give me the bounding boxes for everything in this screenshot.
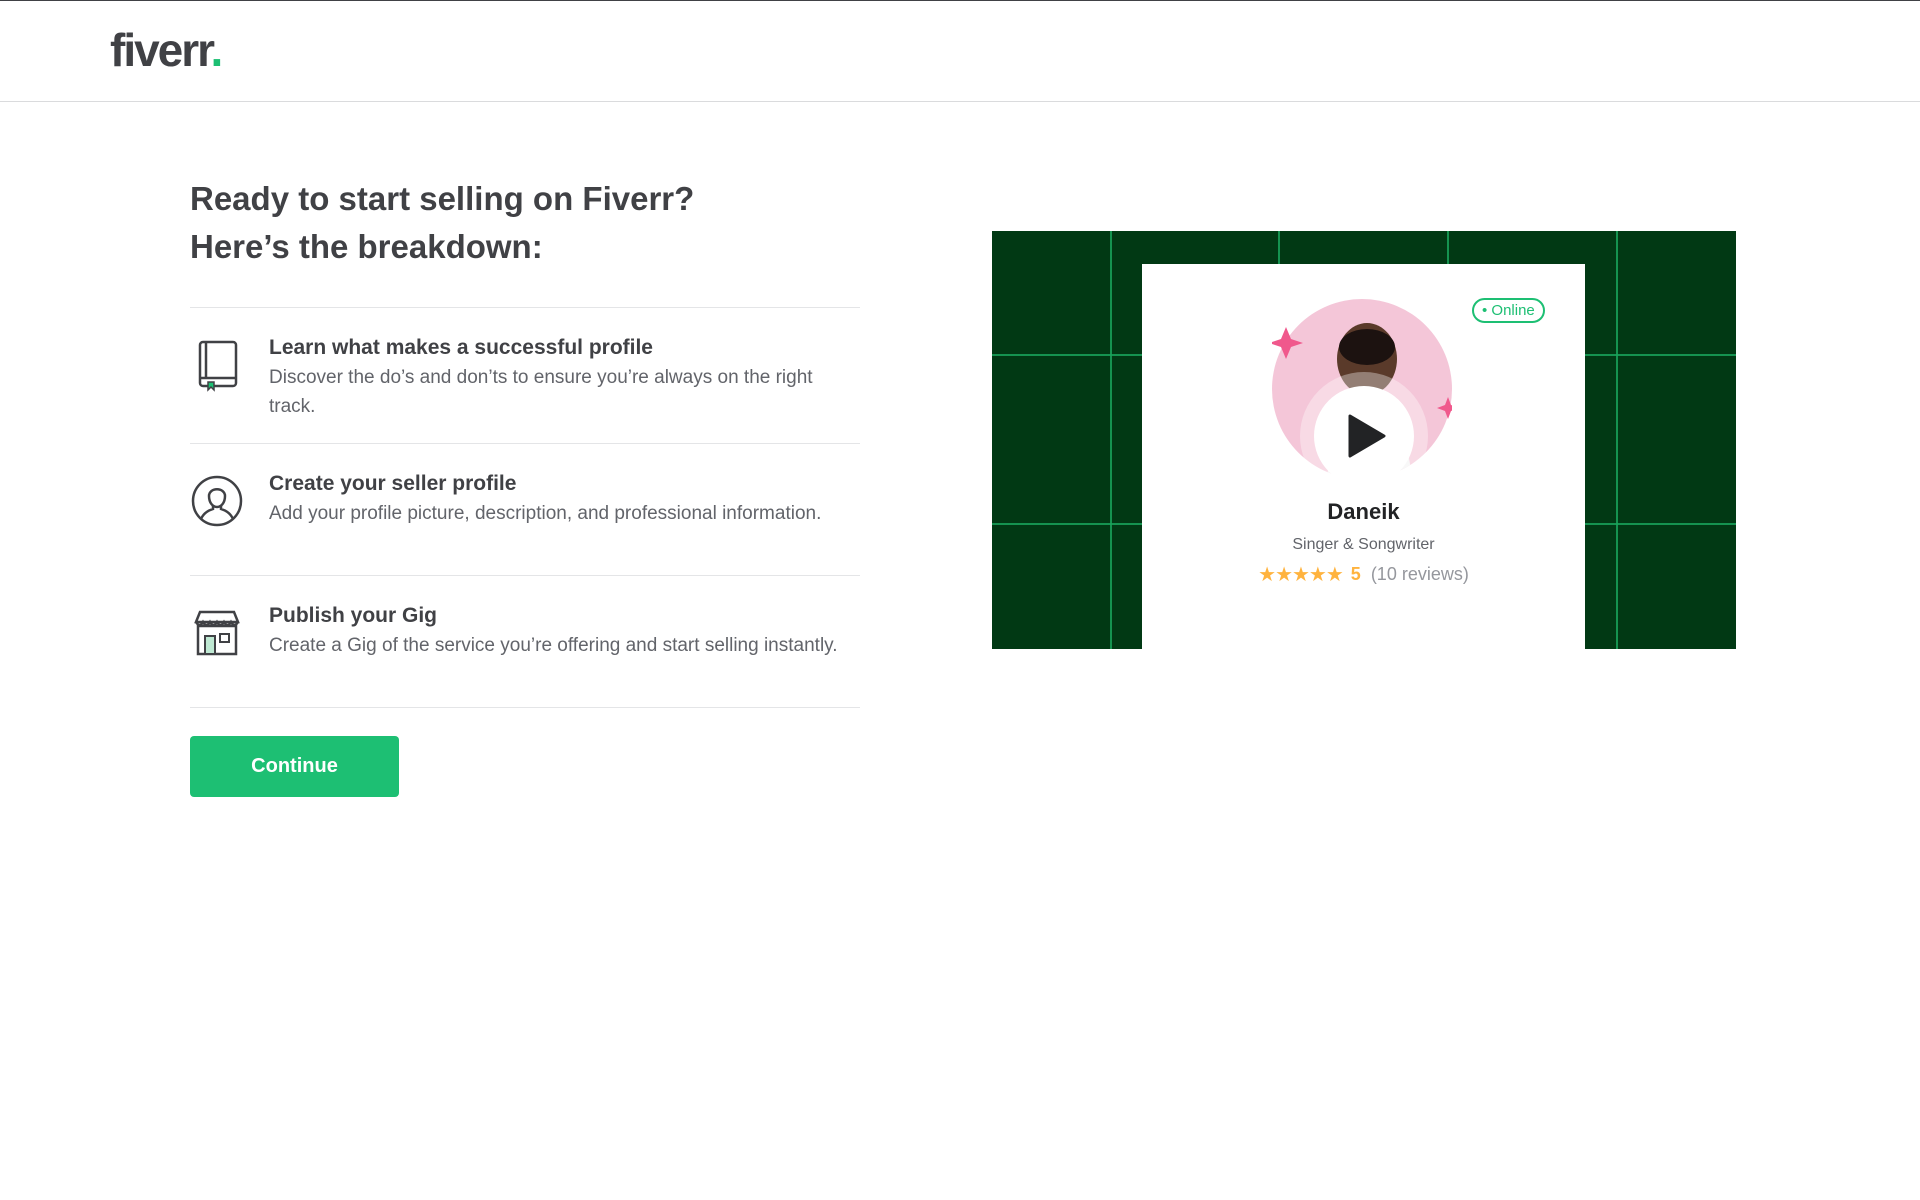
logo-dot: .	[210, 24, 224, 76]
book-icon	[198, 340, 238, 392]
step-description: Add your profile picture, description, a…	[269, 503, 822, 524]
step-learn-text: Learn what makes a successful profile Di…	[269, 334, 849, 421]
headline-line-2: Here’s the breakdown:	[190, 228, 543, 265]
play-icon	[1348, 414, 1386, 458]
store-icon	[194, 610, 240, 656]
online-badge: • Online	[1472, 298, 1545, 323]
site-header: fiverr.	[0, 1, 1920, 102]
user-profile-icon	[191, 475, 243, 527]
logo-text: fiverr	[110, 24, 213, 76]
step-title: Learn what makes a successful profile	[269, 336, 653, 359]
seller-card: • Online Daneik Singer & Songwriter ★★★★…	[1142, 264, 1585, 649]
continue-button[interactable]: Continue	[190, 736, 399, 797]
step-description: Discover the do’s and don’ts to ensure y…	[269, 367, 813, 417]
grid-line	[1110, 231, 1112, 649]
step-publish-gig: Publish your Gig Create a Gig of the ser…	[190, 576, 860, 708]
star-rating-icon: ★★★★★	[1258, 564, 1344, 586]
step-create-profile: Create your seller profile Add your prof…	[190, 444, 860, 576]
grid-line	[1616, 231, 1618, 649]
step-description: Create a Gig of the service you’re offer…	[269, 635, 838, 656]
seller-rating: ★★★★★ 5 (10 reviews)	[1142, 562, 1585, 587]
step-publish-gig-text: Publish your Gig Create a Gig of the ser…	[269, 602, 849, 660]
seller-name: Daneik	[1327, 499, 1400, 524]
step-create-profile-text: Create your seller profile Add your prof…	[269, 470, 849, 528]
headline-line-1: Ready to start selling on Fiverr?	[190, 180, 695, 217]
step-title: Create your seller profile	[269, 472, 517, 495]
seller-role: Singer & Songwriter	[1292, 536, 1435, 553]
onboarding-section: Ready to start selling on Fiverr? Here’s…	[190, 175, 860, 708]
step-title: Publish your Gig	[269, 604, 438, 627]
steps-list: Learn what makes a successful profile Di…	[190, 307, 860, 708]
fiverr-logo[interactable]: fiverr.	[110, 24, 224, 76]
seller-video-preview[interactable]: • Online Daneik Singer & Songwriter ★★★★…	[992, 231, 1736, 649]
rating-value: 5	[1350, 564, 1361, 584]
step-learn: Learn what makes a successful profile Di…	[190, 308, 860, 444]
play-video-button[interactable]	[1314, 386, 1414, 486]
page-title: Ready to start selling on Fiverr? Here’s…	[190, 175, 860, 271]
review-count: (10 reviews)	[1370, 564, 1469, 584]
